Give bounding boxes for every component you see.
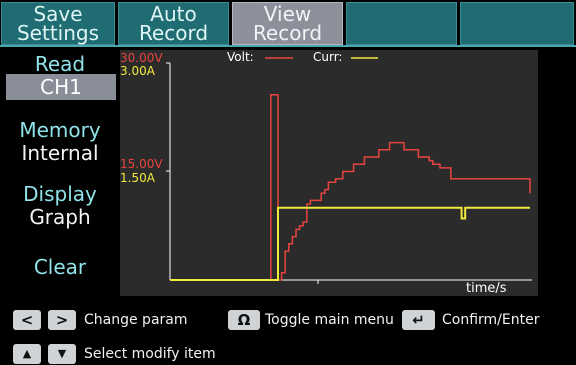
tab-auto-record-line2: Record xyxy=(138,21,209,45)
tab-empty-5[interactable] xyxy=(460,2,574,45)
toggle-menu-hint: Toggle main menu xyxy=(265,312,394,328)
curr-mid-label: 1.50A xyxy=(120,171,156,185)
legend-curr-label: Curr: xyxy=(313,50,342,64)
tab-divider-line xyxy=(0,45,576,47)
legend-volt-label: Volt: xyxy=(227,50,254,64)
tab-save-settings[interactable]: Save Settings xyxy=(1,2,115,45)
toggle-menu-icon[interactable]: Ω xyxy=(228,310,260,330)
read-label[interactable]: Read xyxy=(0,52,120,76)
right-arrow-key[interactable]: > xyxy=(48,310,76,330)
volt-mid-label: 15.00V xyxy=(120,157,163,171)
volt-series-line xyxy=(170,94,531,281)
display-value: Graph xyxy=(29,205,91,229)
tab-save-settings-line2: Settings xyxy=(16,21,100,45)
tab-auto-record[interactable]: Auto Record xyxy=(118,2,229,45)
down-arrow-key[interactable]: ▼ xyxy=(48,344,76,364)
select-modify-hint: Select modify item xyxy=(84,346,216,362)
tab-view-record-line2: Record xyxy=(252,21,323,45)
change-param-hint: Change param xyxy=(84,312,188,328)
memory-label[interactable]: Memory xyxy=(0,118,120,142)
enter-icon[interactable]: ↵ xyxy=(402,310,435,330)
tab-empty-4[interactable] xyxy=(346,2,457,45)
clear-button[interactable]: Clear xyxy=(0,255,120,279)
confirm-enter-hint: Confirm/Enter xyxy=(442,312,540,328)
left-arrow-key[interactable]: < xyxy=(13,310,41,330)
read-channel-value[interactable]: CH1 xyxy=(6,74,116,100)
tab-view-record[interactable]: View Record xyxy=(232,2,343,45)
curr-series-line xyxy=(170,206,530,281)
memory-value: Internal xyxy=(21,141,99,165)
volt-max-label: 30.00V xyxy=(120,51,163,65)
curr-max-label: 3.00A xyxy=(120,64,156,78)
record-graph: 30.00V 3.00A 15.00V 1.50A Volt: Curr: ti… xyxy=(120,50,532,296)
up-arrow-key[interactable]: ▲ xyxy=(13,344,41,364)
display-label[interactable]: Display xyxy=(0,182,120,206)
x-axis-label: time/s xyxy=(466,281,507,296)
graph-panel: 30.00V 3.00A 15.00V 1.50A Volt: Curr: ti… xyxy=(120,50,538,296)
